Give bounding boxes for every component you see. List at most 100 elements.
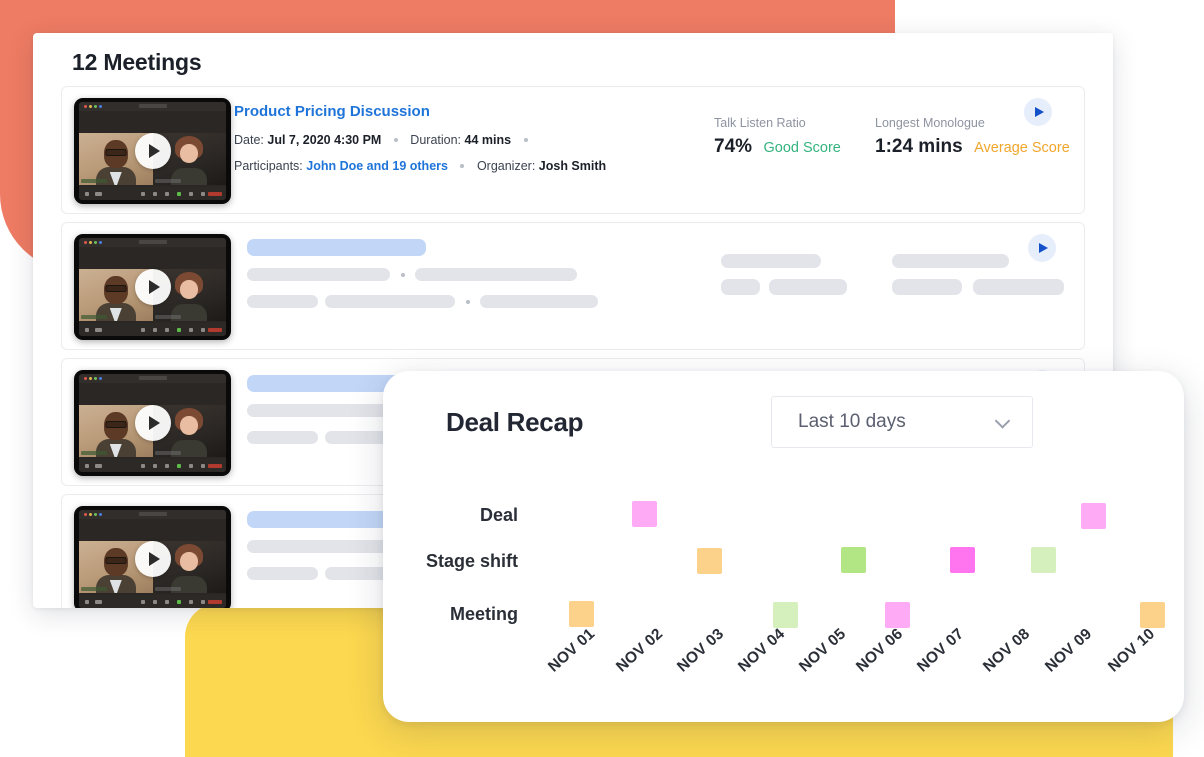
x-axis-tick-3: NOV 04 bbox=[735, 625, 789, 676]
skeleton-text bbox=[247, 567, 318, 580]
window-dot-blue bbox=[99, 241, 102, 244]
chart-marker-stage-shift-nov07[interactable] bbox=[950, 547, 975, 573]
chart-marker-stage-shift-nov03[interactable] bbox=[697, 548, 722, 574]
toolbar-icon bbox=[189, 192, 193, 196]
thumbnail-titlebar bbox=[79, 374, 226, 383]
organizer-value: Josh Smith bbox=[538, 159, 607, 173]
toolbar-icon bbox=[165, 464, 169, 468]
chart-marker-deal-nov09[interactable] bbox=[1081, 503, 1106, 529]
toolbar-icon-share bbox=[177, 464, 181, 468]
metric-score-badge: Good Score bbox=[763, 140, 841, 156]
toolbar-icon bbox=[165, 192, 169, 196]
toolbar-icon bbox=[95, 464, 102, 468]
separator-dot bbox=[460, 163, 465, 168]
chart-row-label-deal: Deal bbox=[479, 505, 518, 525]
chart-marker-deal-nov02[interactable] bbox=[632, 501, 657, 527]
window-dot-yellow bbox=[89, 377, 92, 380]
play-icon[interactable] bbox=[134, 541, 171, 577]
x-axis-tick-4: NOV 05 bbox=[796, 625, 850, 676]
chart-marker-meeting-nov04[interactable] bbox=[773, 602, 798, 628]
toolbar-icon bbox=[85, 464, 89, 468]
window-dot-red bbox=[84, 513, 87, 516]
participant-face bbox=[180, 280, 199, 299]
toolbar-icon bbox=[165, 600, 169, 604]
metric-label: Talk Listen Ratio bbox=[714, 116, 806, 130]
skeleton-text bbox=[325, 295, 455, 308]
window-dot-green bbox=[94, 513, 97, 516]
window-dot-blue bbox=[99, 513, 102, 516]
skeleton-text bbox=[247, 431, 318, 444]
page-title: 12 Meetings bbox=[72, 49, 202, 75]
play-icon[interactable] bbox=[134, 405, 171, 441]
table-row[interactable]: Product Pricing Discussion Date: Jul 7, … bbox=[61, 86, 1085, 214]
duration-label: Duration: bbox=[410, 133, 462, 147]
metric-value-row: 74% Good Score bbox=[714, 136, 841, 158]
organizer-label: Organizer: bbox=[476, 159, 536, 173]
x-axis-tick-8: NOV 09 bbox=[1042, 625, 1096, 676]
participant-name-badge bbox=[81, 179, 107, 183]
metric-score-badge: Average Score bbox=[974, 140, 1070, 156]
meeting-meta-line-1: Date: Jul 7, 2020 4:30 PM Duration: 44 m… bbox=[234, 133, 537, 147]
toolbar-icon bbox=[201, 192, 205, 196]
play-button[interactable] bbox=[1024, 98, 1052, 126]
toolbar-icon bbox=[189, 328, 193, 332]
participant-glasses bbox=[105, 557, 127, 564]
toolbar-icon bbox=[201, 464, 205, 468]
window-dot-blue bbox=[99, 105, 102, 108]
toolbar-icon bbox=[201, 328, 205, 332]
window-dot-red bbox=[84, 105, 87, 108]
deal-recap-panel: Deal Recap Last 10 days Deal Stage shift… bbox=[383, 371, 1184, 722]
meeting-video-thumbnail[interactable] bbox=[74, 506, 231, 608]
x-axis-tick-0: NOV 01 bbox=[545, 625, 599, 676]
skeleton-text bbox=[480, 295, 598, 308]
play-button[interactable] bbox=[1028, 234, 1056, 262]
participant-glasses bbox=[105, 421, 127, 428]
toolbar-icon bbox=[95, 328, 102, 332]
thumbnail-titlebar bbox=[79, 510, 226, 519]
skeleton-title bbox=[247, 239, 426, 256]
meeting-video-thumbnail[interactable] bbox=[74, 370, 231, 476]
separator-dot bbox=[523, 137, 528, 142]
toolbar-icon bbox=[153, 600, 157, 604]
x-axis-tick-7: NOV 08 bbox=[980, 625, 1034, 676]
participant-face bbox=[180, 144, 199, 163]
toolbar-icon bbox=[85, 600, 89, 604]
chart-marker-meeting-nov06[interactable] bbox=[885, 602, 910, 628]
chart-marker-meeting-nov01[interactable] bbox=[569, 601, 594, 627]
table-row[interactable] bbox=[61, 222, 1085, 350]
play-icon[interactable] bbox=[134, 133, 171, 169]
toolbar-icon bbox=[95, 600, 102, 604]
window-dot-red bbox=[84, 377, 87, 380]
window-dot-red bbox=[84, 241, 87, 244]
participants-link[interactable]: John Doe and 19 others bbox=[306, 159, 448, 173]
window-dot-green bbox=[94, 105, 97, 108]
thumbnail-window-title bbox=[138, 240, 167, 244]
meeting-meta-line-2: Participants: John Doe and 19 others Org… bbox=[234, 159, 606, 173]
x-axis-tick-1: NOV 02 bbox=[613, 625, 667, 676]
thumbnail-window-title bbox=[138, 512, 167, 516]
play-icon[interactable] bbox=[134, 269, 171, 305]
toolbar-icon bbox=[85, 328, 89, 332]
participant-glasses bbox=[105, 149, 127, 156]
toolbar-icon bbox=[153, 464, 157, 468]
toolbar-icon bbox=[95, 192, 102, 196]
meeting-video-thumbnail[interactable] bbox=[74, 98, 231, 204]
toolbar-icon bbox=[201, 600, 205, 604]
meeting-video-thumbnail[interactable] bbox=[74, 234, 231, 340]
x-axis-tick-6: NOV 07 bbox=[914, 625, 968, 676]
thumbnail-titlebar bbox=[79, 238, 226, 247]
participant-name-badge bbox=[81, 587, 107, 591]
separator-dot bbox=[401, 273, 405, 277]
skeleton-metric-value bbox=[721, 279, 760, 295]
skeleton-metric-label bbox=[892, 254, 1009, 268]
duration-value: 44 mins bbox=[464, 133, 512, 147]
meeting-title-link[interactable]: Product Pricing Discussion bbox=[234, 103, 430, 120]
chart-row-label-stage-shift: Stage shift bbox=[425, 551, 518, 571]
chart-marker-stage-shift-nov08[interactable] bbox=[1031, 547, 1056, 573]
x-axis-tick-9: NOV 10 bbox=[1105, 625, 1159, 676]
chart-marker-meeting-nov10[interactable] bbox=[1140, 602, 1165, 628]
deal-recap-chart: Deal Stage shift Meeting NOV 01 NOV 02 N… bbox=[383, 371, 1184, 722]
metric-value-row: 1:24 mins Average Score bbox=[875, 136, 1070, 158]
chart-marker-stage-shift-nov05[interactable] bbox=[841, 547, 866, 573]
participant-name-badge bbox=[154, 587, 181, 591]
